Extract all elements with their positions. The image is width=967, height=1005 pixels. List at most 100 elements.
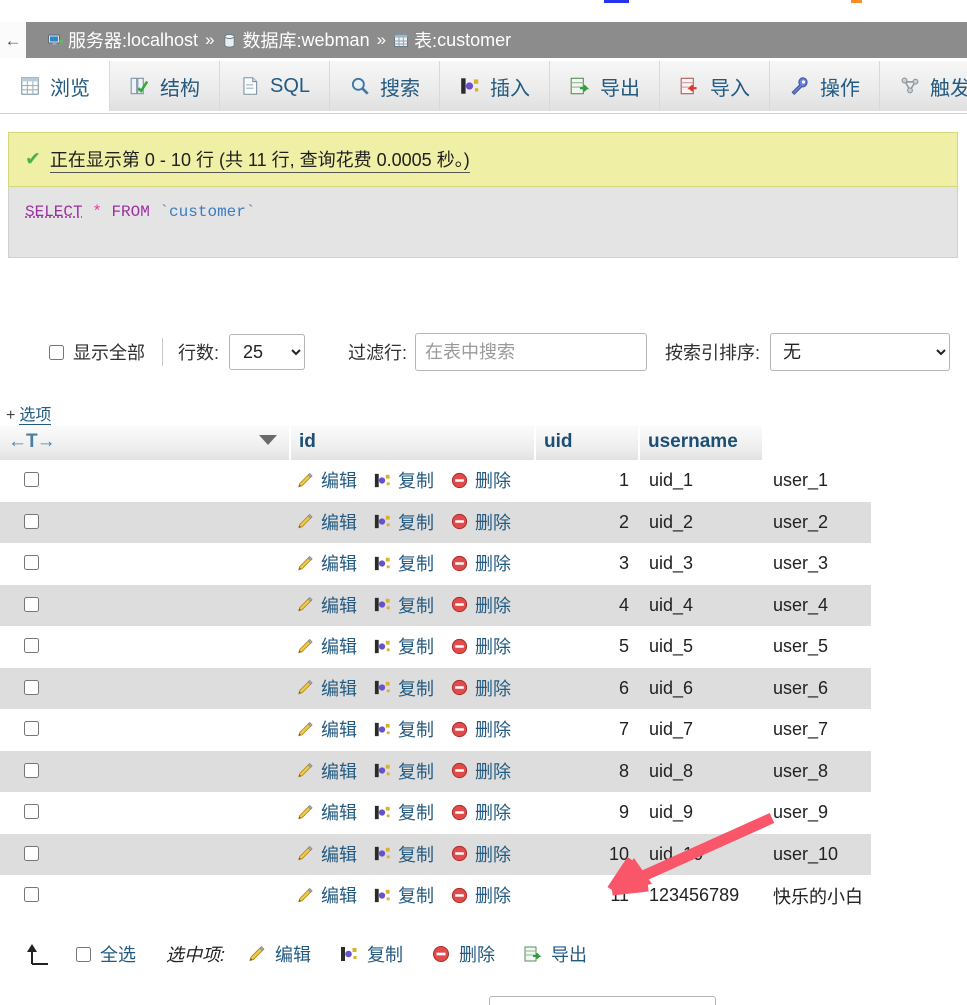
row-delete-button[interactable]: 删除: [450, 633, 511, 659]
row-edit-button[interactable]: 编辑: [296, 841, 357, 867]
options-toggle-link[interactable]: + 选项: [6, 401, 52, 425]
cell-id[interactable]: 11: [535, 875, 639, 917]
breadcrumb-item-server[interactable]: 服务器: localhost: [47, 27, 198, 53]
cell-uid[interactable]: uid_1: [639, 460, 763, 502]
column-header-uid[interactable]: uid: [535, 425, 640, 460]
row-checkbox[interactable]: [24, 513, 39, 529]
tab-export[interactable]: 导出: [549, 61, 660, 111]
back-button[interactable]: ←: [0, 22, 26, 58]
row-checkbox[interactable]: [24, 472, 39, 488]
tab-search[interactable]: 搜索: [329, 61, 440, 111]
cell-uid[interactable]: uid_6: [639, 667, 763, 709]
row-edit-button[interactable]: 编辑: [296, 509, 357, 535]
cell-username[interactable]: user_4: [763, 584, 871, 626]
footer-edit-button[interactable]: 编辑: [247, 941, 311, 967]
footer-copy-button[interactable]: 复制: [339, 941, 403, 967]
row-copy-button[interactable]: 复制: [373, 592, 434, 618]
cell-id[interactable]: 10: [535, 833, 639, 875]
cell-username[interactable]: user_10: [763, 833, 871, 875]
row-copy-button[interactable]: 复制: [373, 882, 434, 908]
cell-id[interactable]: 7: [535, 709, 639, 751]
row-copy-button[interactable]: 复制: [373, 467, 434, 493]
row-delete-button[interactable]: 删除: [450, 467, 511, 493]
row-copy-button[interactable]: 复制: [373, 758, 434, 784]
rows-count-select[interactable]: 25: [229, 334, 306, 370]
tab-operations[interactable]: 操作: [769, 61, 880, 111]
row-copy-button[interactable]: 复制: [373, 509, 434, 535]
row-delete-button[interactable]: 删除: [450, 509, 511, 535]
row-edit-button[interactable]: 编辑: [296, 799, 357, 825]
row-checkbox[interactable]: [24, 804, 39, 820]
footer-export-button[interactable]: 导出: [523, 941, 587, 967]
cell-id[interactable]: 5: [535, 626, 639, 668]
sort-by-index-select[interactable]: 无: [770, 333, 951, 371]
row-delete-button[interactable]: 删除: [450, 675, 511, 701]
cell-uid[interactable]: uid_5: [639, 626, 763, 668]
row-checkbox[interactable]: [24, 721, 39, 737]
row-edit-button[interactable]: 编辑: [296, 467, 357, 493]
column-header-id[interactable]: id: [290, 425, 536, 460]
tab-import[interactable]: 导入: [659, 61, 770, 111]
row-copy-button[interactable]: 复制: [373, 633, 434, 659]
row-delete-button[interactable]: 删除: [450, 841, 511, 867]
bottom-cutoff-input[interactable]: [489, 996, 716, 1005]
cell-username[interactable]: user_7: [763, 709, 871, 751]
chevron-down-icon[interactable]: [259, 435, 277, 445]
row-edit-button[interactable]: 编辑: [296, 882, 357, 908]
select-all-checkbox[interactable]: [76, 946, 91, 962]
cell-uid[interactable]: uid_7: [639, 709, 763, 751]
cell-uid[interactable]: uid_8: [639, 750, 763, 792]
tab-browse[interactable]: 浏览: [0, 58, 109, 113]
breadcrumb-item-database[interactable]: 数据库: webman: [222, 27, 370, 53]
row-delete-button[interactable]: 删除: [450, 592, 511, 618]
sql-keyword-select[interactable]: SELECT: [25, 203, 83, 221]
cell-username[interactable]: user_6: [763, 667, 871, 709]
tab-sql[interactable]: SQL: [219, 61, 330, 111]
row-checkbox[interactable]: [24, 555, 39, 571]
row-edit-button[interactable]: 编辑: [296, 758, 357, 784]
cell-username[interactable]: user_2: [763, 501, 871, 543]
row-delete-button[interactable]: 删除: [450, 882, 511, 908]
row-checkbox[interactable]: [24, 887, 39, 903]
row-edit-button[interactable]: 编辑: [296, 675, 357, 701]
row-checkbox[interactable]: [24, 679, 39, 695]
cell-id[interactable]: 2: [535, 501, 639, 543]
cell-id[interactable]: 3: [535, 543, 639, 585]
column-header-actions[interactable]: ←T→: [0, 425, 291, 460]
tab-triggers[interactable]: 触发: [879, 61, 967, 111]
show-all-checkbox[interactable]: [49, 344, 64, 360]
cell-username[interactable]: user_1: [763, 460, 871, 502]
footer-delete-button[interactable]: 删除: [431, 941, 495, 967]
cell-username[interactable]: user_9: [763, 792, 871, 834]
row-checkbox[interactable]: [24, 638, 39, 654]
cell-username[interactable]: user_8: [763, 750, 871, 792]
row-copy-button[interactable]: 复制: [373, 841, 434, 867]
row-checkbox[interactable]: [24, 845, 39, 861]
cell-uid[interactable]: uid_3: [639, 543, 763, 585]
row-edit-button[interactable]: 编辑: [296, 633, 357, 659]
tab-insert[interactable]: 插入: [439, 61, 550, 111]
cell-id[interactable]: 4: [535, 584, 639, 626]
cell-uid[interactable]: uid_4: [639, 584, 763, 626]
row-delete-button[interactable]: 删除: [450, 716, 511, 742]
row-checkbox[interactable]: [24, 762, 39, 778]
arrow-up-left-icon[interactable]: [22, 942, 52, 966]
row-copy-button[interactable]: 复制: [373, 675, 434, 701]
row-edit-button[interactable]: 编辑: [296, 592, 357, 618]
cell-id[interactable]: 9: [535, 792, 639, 834]
row-delete-button[interactable]: 删除: [450, 550, 511, 576]
row-copy-button[interactable]: 复制: [373, 799, 434, 825]
cell-id[interactable]: 8: [535, 750, 639, 792]
select-all-label[interactable]: 全选: [100, 941, 136, 967]
cell-uid[interactable]: uid_10: [639, 833, 763, 875]
cell-id[interactable]: 1: [535, 460, 639, 502]
cell-id[interactable]: 6: [535, 667, 639, 709]
cell-username[interactable]: 快乐的小白: [763, 875, 871, 917]
row-delete-button[interactable]: 删除: [450, 799, 511, 825]
cell-uid[interactable]: uid_2: [639, 501, 763, 543]
tab-structure[interactable]: 结构: [109, 61, 219, 111]
filter-rows-input[interactable]: [415, 333, 648, 371]
row-copy-button[interactable]: 复制: [373, 550, 434, 576]
row-checkbox[interactable]: [24, 596, 39, 612]
cell-username[interactable]: user_5: [763, 626, 871, 668]
